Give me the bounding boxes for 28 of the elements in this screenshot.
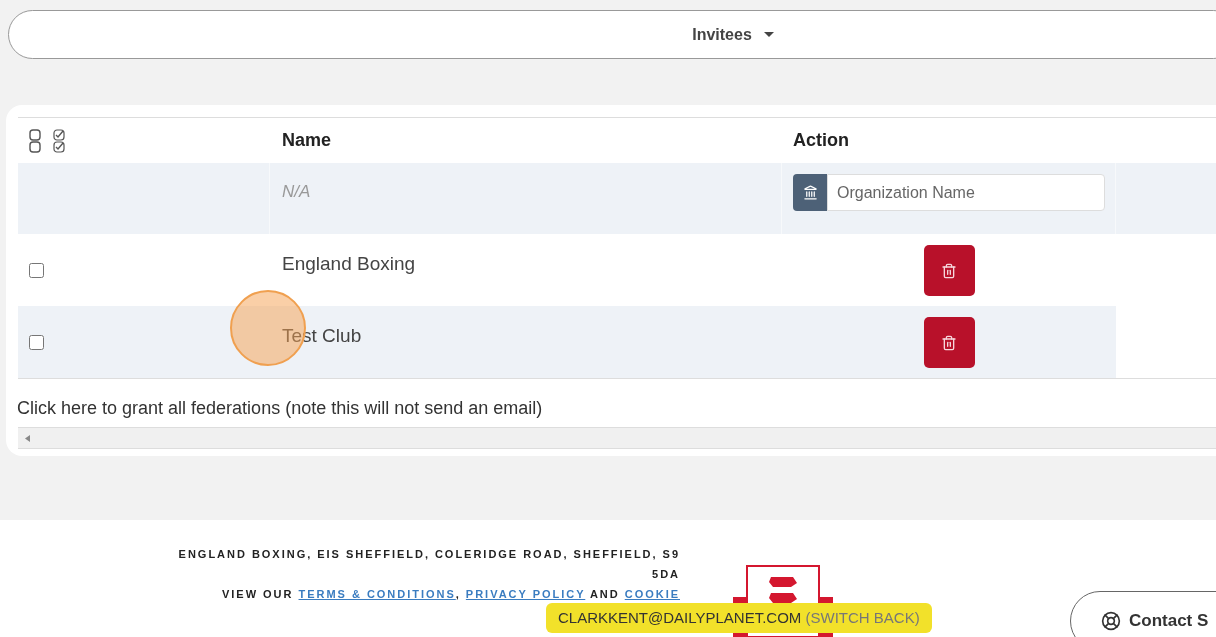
filter-cell: N/A: [282, 182, 311, 201]
policy-link[interactable]: COOKIE: [624, 588, 680, 600]
bank-icon: [802, 185, 818, 200]
column-header: Action: [792, 129, 849, 152]
left-arrow-icon[interactable]: [25, 434, 30, 442]
trash-icon: [941, 262, 957, 279]
table-cell: England Boxing: [282, 253, 416, 274]
table-cell: Test Club: [282, 325, 362, 346]
policy-links-text: VIEW OUR TERMS & CONDITIONS, PRIVACY POLICY AND COOKIE: [221, 587, 680, 602]
policy-link[interactable]: TERMS & CONDITIONS: [298, 588, 456, 600]
contact-button[interactable]: Contact S: [1070, 591, 1216, 637]
select-none-icon[interactable]: [29, 128, 41, 153]
caret-icon: [763, 31, 774, 38]
delete-button[interactable]: [923, 245, 975, 296]
row-checkbox[interactable]: [29, 262, 44, 278]
policy-link[interactable]: PRIVACY POLICY: [465, 588, 586, 600]
trash-icon: [941, 334, 957, 351]
column-header: Name: [281, 129, 333, 152]
row-checkbox[interactable]: [29, 334, 44, 350]
grant-all-link[interactable]: Click here to grant all federations (note this will not send an email): [17, 395, 1216, 422]
address-text: ENGLAND BOXING, EIS SHEFFIELD, COLERIDGE ROAD, SHEFFIELD, S9 5DA: [177, 547, 680, 582]
scrollbar[interactable]: [18, 427, 1216, 449]
invitees-dropdown[interactable]: Invitees: [692, 22, 774, 47]
impersonation-banner[interactable]: CLARKKENT@DAILYPLANET.COM (SWITCH BACK): [546, 603, 932, 633]
organization-name-field[interactable]: Organization Name: [827, 174, 1105, 211]
delete-button[interactable]: [923, 317, 975, 368]
lifebuoy-icon: [1101, 611, 1121, 631]
select-all-icon[interactable]: [53, 128, 65, 153]
